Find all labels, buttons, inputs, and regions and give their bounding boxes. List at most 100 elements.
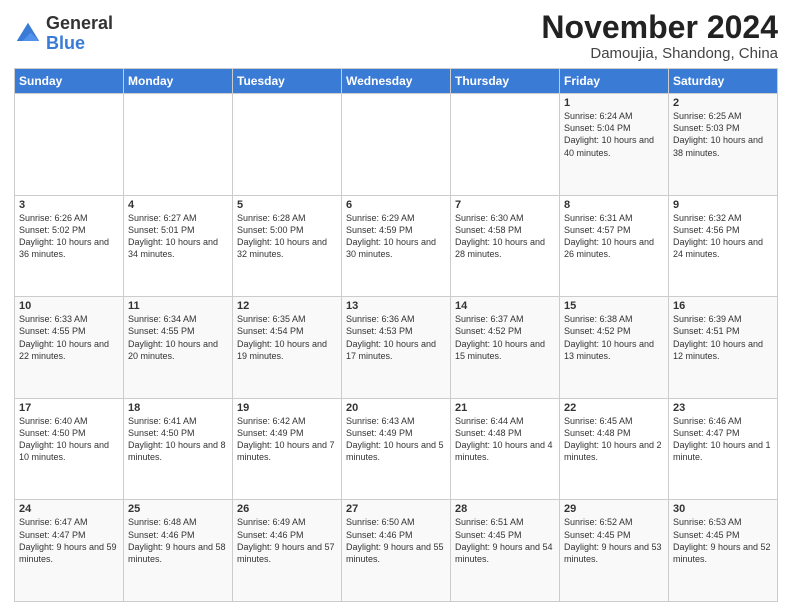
day-number: 14 — [455, 300, 555, 312]
calendar-cell: 13Sunrise: 6:36 AM Sunset: 4:53 PM Dayli… — [342, 297, 451, 399]
day-info: Sunrise: 6:38 AM Sunset: 4:52 PM Dayligh… — [564, 313, 664, 362]
title-block: November 2024 Damoujia, Shandong, China — [541, 10, 778, 62]
day-info: Sunrise: 6:30 AM Sunset: 4:58 PM Dayligh… — [455, 212, 555, 261]
calendar-cell — [124, 94, 233, 196]
calendar-cell — [342, 94, 451, 196]
day-number: 13 — [346, 300, 446, 312]
calendar-cell: 2Sunrise: 6:25 AM Sunset: 5:03 PM Daylig… — [669, 94, 778, 196]
calendar-week-row: 17Sunrise: 6:40 AM Sunset: 4:50 PM Dayli… — [15, 398, 778, 500]
day-info: Sunrise: 6:25 AM Sunset: 5:03 PM Dayligh… — [673, 110, 773, 159]
day-info: Sunrise: 6:47 AM Sunset: 4:47 PM Dayligh… — [19, 516, 119, 565]
day-info: Sunrise: 6:45 AM Sunset: 4:48 PM Dayligh… — [564, 415, 664, 464]
day-info: Sunrise: 6:50 AM Sunset: 4:46 PM Dayligh… — [346, 516, 446, 565]
day-number: 25 — [128, 503, 228, 515]
day-number: 5 — [237, 199, 337, 211]
day-number: 23 — [673, 402, 773, 414]
calendar-week-row: 1Sunrise: 6:24 AM Sunset: 5:04 PM Daylig… — [15, 94, 778, 196]
day-number: 10 — [19, 300, 119, 312]
calendar-cell: 7Sunrise: 6:30 AM Sunset: 4:58 PM Daylig… — [451, 195, 560, 297]
calendar-cell: 23Sunrise: 6:46 AM Sunset: 4:47 PM Dayli… — [669, 398, 778, 500]
calendar-cell: 19Sunrise: 6:42 AM Sunset: 4:49 PM Dayli… — [233, 398, 342, 500]
day-info: Sunrise: 6:36 AM Sunset: 4:53 PM Dayligh… — [346, 313, 446, 362]
day-number: 12 — [237, 300, 337, 312]
day-number: 8 — [564, 199, 664, 211]
day-number: 19 — [237, 402, 337, 414]
logo-general: General — [46, 13, 113, 33]
day-info: Sunrise: 6:28 AM Sunset: 5:00 PM Dayligh… — [237, 212, 337, 261]
calendar-cell: 11Sunrise: 6:34 AM Sunset: 4:55 PM Dayli… — [124, 297, 233, 399]
day-number: 6 — [346, 199, 446, 211]
day-info: Sunrise: 6:37 AM Sunset: 4:52 PM Dayligh… — [455, 313, 555, 362]
calendar-cell: 30Sunrise: 6:53 AM Sunset: 4:45 PM Dayli… — [669, 500, 778, 602]
header: General Blue November 2024 Damoujia, Sha… — [14, 10, 778, 62]
day-info: Sunrise: 6:48 AM Sunset: 4:46 PM Dayligh… — [128, 516, 228, 565]
day-info: Sunrise: 6:29 AM Sunset: 4:59 PM Dayligh… — [346, 212, 446, 261]
day-number: 22 — [564, 402, 664, 414]
day-info: Sunrise: 6:44 AM Sunset: 4:48 PM Dayligh… — [455, 415, 555, 464]
day-info: Sunrise: 6:42 AM Sunset: 4:49 PM Dayligh… — [237, 415, 337, 464]
day-number: 29 — [564, 503, 664, 515]
calendar-cell: 25Sunrise: 6:48 AM Sunset: 4:46 PM Dayli… — [124, 500, 233, 602]
day-info: Sunrise: 6:39 AM Sunset: 4:51 PM Dayligh… — [673, 313, 773, 362]
calendar-week-row: 3Sunrise: 6:26 AM Sunset: 5:02 PM Daylig… — [15, 195, 778, 297]
day-number: 20 — [346, 402, 446, 414]
calendar-cell: 9Sunrise: 6:32 AM Sunset: 4:56 PM Daylig… — [669, 195, 778, 297]
calendar-cell: 18Sunrise: 6:41 AM Sunset: 4:50 PM Dayli… — [124, 398, 233, 500]
calendar-cell: 10Sunrise: 6:33 AM Sunset: 4:55 PM Dayli… — [15, 297, 124, 399]
calendar: Sunday Monday Tuesday Wednesday Thursday… — [14, 68, 778, 602]
day-info: Sunrise: 6:24 AM Sunset: 5:04 PM Dayligh… — [564, 110, 664, 159]
day-info: Sunrise: 6:43 AM Sunset: 4:49 PM Dayligh… — [346, 415, 446, 464]
col-monday: Monday — [124, 69, 233, 94]
day-info: Sunrise: 6:46 AM Sunset: 4:47 PM Dayligh… — [673, 415, 773, 464]
calendar-cell: 21Sunrise: 6:44 AM Sunset: 4:48 PM Dayli… — [451, 398, 560, 500]
calendar-cell — [15, 94, 124, 196]
day-number: 7 — [455, 199, 555, 211]
day-info: Sunrise: 6:41 AM Sunset: 4:50 PM Dayligh… — [128, 415, 228, 464]
day-info: Sunrise: 6:33 AM Sunset: 4:55 PM Dayligh… — [19, 313, 119, 362]
day-number: 16 — [673, 300, 773, 312]
day-number: 17 — [19, 402, 119, 414]
day-info: Sunrise: 6:49 AM Sunset: 4:46 PM Dayligh… — [237, 516, 337, 565]
calendar-cell: 26Sunrise: 6:49 AM Sunset: 4:46 PM Dayli… — [233, 500, 342, 602]
calendar-cell: 29Sunrise: 6:52 AM Sunset: 4:45 PM Dayli… — [560, 500, 669, 602]
day-number: 28 — [455, 503, 555, 515]
calendar-cell: 3Sunrise: 6:26 AM Sunset: 5:02 PM Daylig… — [15, 195, 124, 297]
day-info: Sunrise: 6:27 AM Sunset: 5:01 PM Dayligh… — [128, 212, 228, 261]
day-number: 15 — [564, 300, 664, 312]
col-sunday: Sunday — [15, 69, 124, 94]
col-wednesday: Wednesday — [342, 69, 451, 94]
day-info: Sunrise: 6:34 AM Sunset: 4:55 PM Dayligh… — [128, 313, 228, 362]
calendar-cell: 22Sunrise: 6:45 AM Sunset: 4:48 PM Dayli… — [560, 398, 669, 500]
day-info: Sunrise: 6:32 AM Sunset: 4:56 PM Dayligh… — [673, 212, 773, 261]
logo-icon — [14, 20, 42, 48]
calendar-cell: 14Sunrise: 6:37 AM Sunset: 4:52 PM Dayli… — [451, 297, 560, 399]
calendar-header-row: Sunday Monday Tuesday Wednesday Thursday… — [15, 69, 778, 94]
col-saturday: Saturday — [669, 69, 778, 94]
day-number: 4 — [128, 199, 228, 211]
col-thursday: Thursday — [451, 69, 560, 94]
calendar-cell: 20Sunrise: 6:43 AM Sunset: 4:49 PM Dayli… — [342, 398, 451, 500]
day-info: Sunrise: 6:52 AM Sunset: 4:45 PM Dayligh… — [564, 516, 664, 565]
day-number: 18 — [128, 402, 228, 414]
calendar-cell: 4Sunrise: 6:27 AM Sunset: 5:01 PM Daylig… — [124, 195, 233, 297]
calendar-cell: 6Sunrise: 6:29 AM Sunset: 4:59 PM Daylig… — [342, 195, 451, 297]
col-tuesday: Tuesday — [233, 69, 342, 94]
day-info: Sunrise: 6:35 AM Sunset: 4:54 PM Dayligh… — [237, 313, 337, 362]
location-subtitle: Damoujia, Shandong, China — [541, 45, 778, 62]
col-friday: Friday — [560, 69, 669, 94]
day-number: 21 — [455, 402, 555, 414]
calendar-cell: 16Sunrise: 6:39 AM Sunset: 4:51 PM Dayli… — [669, 297, 778, 399]
day-number: 2 — [673, 97, 773, 109]
calendar-week-row: 24Sunrise: 6:47 AM Sunset: 4:47 PM Dayli… — [15, 500, 778, 602]
calendar-cell: 8Sunrise: 6:31 AM Sunset: 4:57 PM Daylig… — [560, 195, 669, 297]
calendar-cell: 5Sunrise: 6:28 AM Sunset: 5:00 PM Daylig… — [233, 195, 342, 297]
calendar-cell: 27Sunrise: 6:50 AM Sunset: 4:46 PM Dayli… — [342, 500, 451, 602]
calendar-cell: 12Sunrise: 6:35 AM Sunset: 4:54 PM Dayli… — [233, 297, 342, 399]
day-number: 26 — [237, 503, 337, 515]
calendar-cell: 15Sunrise: 6:38 AM Sunset: 4:52 PM Dayli… — [560, 297, 669, 399]
logo-blue: Blue — [46, 33, 85, 53]
month-title: November 2024 — [541, 10, 778, 45]
day-number: 27 — [346, 503, 446, 515]
day-number: 24 — [19, 503, 119, 515]
calendar-cell: 1Sunrise: 6:24 AM Sunset: 5:04 PM Daylig… — [560, 94, 669, 196]
